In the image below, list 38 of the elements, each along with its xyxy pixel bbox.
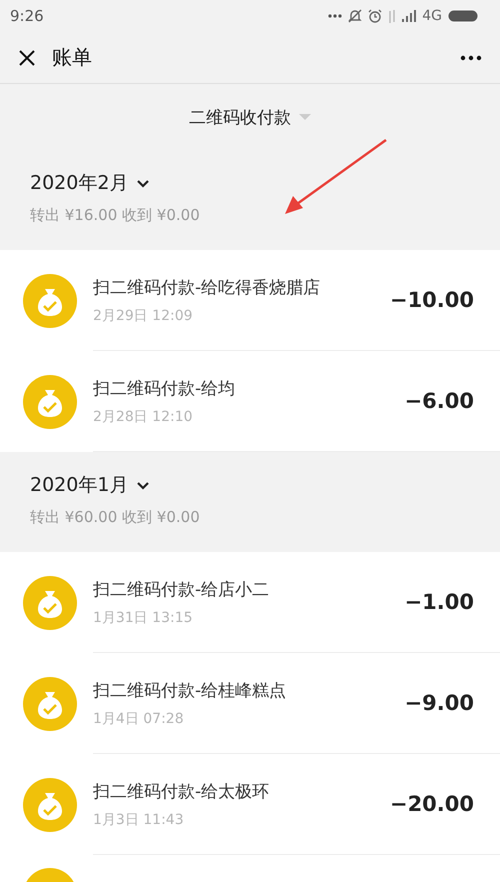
- transaction-amount: −6.00: [404, 389, 474, 413]
- network-type: 4G: [422, 8, 442, 24]
- close-button[interactable]: [18, 48, 36, 66]
- chevron-down-icon: [136, 480, 150, 490]
- money-bag-icon: [23, 778, 77, 832]
- transaction-title: 扫二维码付款-给店小二: [93, 578, 270, 600]
- month-selector[interactable]: 2020年1月: [30, 472, 150, 498]
- money-bag-icon: [23, 374, 77, 428]
- page-title: 账单: [52, 44, 93, 71]
- signal-icon: [402, 10, 416, 22]
- transaction-amount: −1.00: [404, 590, 474, 614]
- transaction-amount: −10.00: [390, 288, 474, 312]
- battery-icon: [448, 10, 478, 22]
- money-bag-icon: [23, 274, 77, 328]
- transaction-time: 2月29日 12:09: [93, 306, 194, 324]
- filter-dropdown[interactable]: 二维码收付款: [189, 106, 311, 128]
- more-dots-icon: [328, 14, 342, 18]
- month-summary: 转出 ¥16.00 收到 ¥0.00: [30, 206, 201, 225]
- alarm-icon: [368, 9, 382, 23]
- money-bag-icon: [23, 676, 77, 730]
- transaction-time: 1月31日 13:15: [93, 608, 194, 626]
- money-bag-icon: [23, 576, 77, 630]
- chevron-down-icon: [136, 178, 150, 188]
- transaction-title: 扫二维码付款-给均: [93, 378, 236, 400]
- transaction-time: 1月3日 11:43: [93, 810, 185, 828]
- transaction-amount: −9.00: [404, 691, 474, 715]
- transaction-title: 扫二维码付款-给桂峰糕点: [93, 680, 288, 702]
- muted-bell-icon: [348, 9, 362, 23]
- transaction-title: 扫二维码付款-给太极环: [93, 780, 270, 802]
- transaction-title: 扫二维码付款-给吃得香烧腊店: [93, 276, 322, 298]
- more-button[interactable]: [460, 54, 482, 60]
- month-selector[interactable]: 2020年2月: [30, 170, 150, 196]
- status-time: 9:26: [10, 7, 44, 25]
- transaction-time: 2月28日 12:10: [93, 408, 194, 426]
- transaction-amount: −20.00: [390, 792, 474, 816]
- dropdown-caret-icon: [299, 114, 311, 120]
- transaction-time: 1月4日 07:28: [93, 710, 185, 728]
- month-summary: 转出 ¥60.00 收到 ¥0.00: [30, 508, 201, 527]
